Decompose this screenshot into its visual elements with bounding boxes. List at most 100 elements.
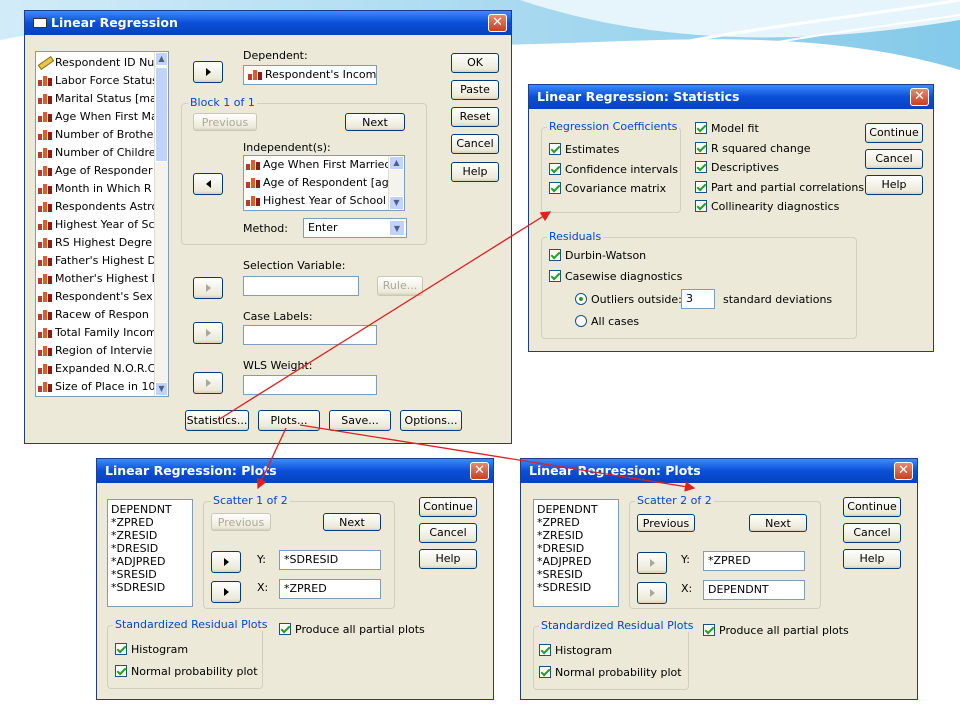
variable-item[interactable]: Respondent's Sex <box>36 288 168 306</box>
variable-item[interactable]: Number of Children <box>36 144 168 162</box>
confidence-intervals-checkbox[interactable]: Confidence intervals <box>549 163 678 176</box>
move-to-wls-arrow[interactable] <box>193 372 223 394</box>
plots1-help-button[interactable]: Help <box>419 549 477 569</box>
rule-button[interactable]: Rule... <box>377 276 423 296</box>
all-cases-radio[interactable]: All cases <box>575 315 639 328</box>
variable-item[interactable]: RS Highest Degre <box>36 234 168 252</box>
plots-button[interactable]: Plots... <box>258 410 320 431</box>
move-to-dependent-arrow[interactable] <box>193 61 223 83</box>
variable-item[interactable]: Father's Highest D <box>36 252 168 270</box>
plots1-y-arrow[interactable] <box>211 551 241 573</box>
plots2-list-item[interactable]: *SDRESID <box>534 581 618 594</box>
plots1-histogram-checkbox[interactable]: Histogram <box>115 643 188 656</box>
estimates-checkbox[interactable]: Estimates <box>549 143 619 156</box>
paste-button[interactable]: Paste <box>451 80 499 100</box>
plots1-y-field[interactable]: *SDRESID <box>279 550 381 570</box>
independent-item[interactable]: Age of Respondent [age <box>244 174 404 192</box>
move-to-case-labels-arrow[interactable] <box>193 322 223 344</box>
variable-item[interactable]: Mother's Highest D <box>36 270 168 288</box>
move-to-independent-arrow[interactable] <box>193 173 223 195</box>
plots2-y-field[interactable]: *ZPRED <box>703 551 805 571</box>
variable-item[interactable]: Age When First Ma <box>36 108 168 126</box>
previous-button[interactable]: Previous <box>193 113 257 131</box>
next-button[interactable]: Next <box>345 113 405 131</box>
variable-item[interactable]: Age of Responder <box>36 162 168 180</box>
plots1-variable-list[interactable]: DEPENDNT *ZPRED *ZRESID *DRESID *ADJPRED *SRE… <box>107 499 193 607</box>
casewise-diagnostics-checkbox[interactable]: Casewise diagnostics <box>549 270 682 283</box>
variable-item[interactable]: Number of Brothers <box>36 126 168 144</box>
plots1-list-item[interactable]: *DRESID <box>108 542 192 555</box>
variable-item[interactable]: Highest Year of Sc <box>36 216 168 234</box>
plots2-close-button[interactable]: ✕ <box>894 462 913 480</box>
plots1-x-arrow[interactable] <box>211 581 241 603</box>
independent-item[interactable]: Highest Year of School C <box>244 192 404 210</box>
r-squared-change-checkbox[interactable]: R squared change <box>695 141 811 155</box>
plots2-list-item[interactable]: *DRESID <box>534 542 618 555</box>
help-button[interactable]: Help <box>451 162 499 182</box>
variable-item[interactable]: Respondents Astro <box>36 198 168 216</box>
plots1-list-item[interactable]: *SRESID <box>108 568 192 581</box>
reset-button[interactable]: Reset <box>451 107 499 127</box>
descriptives-checkbox[interactable]: Descriptives <box>695 161 779 174</box>
plots2-partial-plots-checkbox[interactable]: Produce all partial plots <box>703 624 849 637</box>
plots2-normal-plot-checkbox[interactable]: Normal probability plot <box>539 666 682 679</box>
variable-item[interactable]: Respondent ID Nu <box>36 54 168 72</box>
plots2-list-item[interactable]: *ADJPRED <box>534 555 618 568</box>
plots1-list-item[interactable]: *ZRESID <box>108 529 192 542</box>
variable-item[interactable]: Labor Force Status <box>36 72 168 90</box>
wls-weight-field[interactable] <box>243 375 377 395</box>
plots1-continue-button[interactable]: Continue <box>419 497 477 517</box>
plots2-histogram-checkbox[interactable]: Histogram <box>539 644 612 657</box>
outliers-outside-radio[interactable]: Outliers outside: <box>575 293 682 306</box>
plots2-list-item[interactable]: *SRESID <box>534 568 618 581</box>
outliers-value-field[interactable]: 3 <box>681 289 715 309</box>
plots2-list-item[interactable]: *ZRESID <box>534 529 618 542</box>
variable-item[interactable]: Marital Status [mar <box>36 90 168 108</box>
move-to-selection-arrow[interactable] <box>193 277 223 299</box>
plots1-list-item[interactable]: DEPENDNT <box>108 503 192 516</box>
case-labels-field[interactable] <box>243 325 377 345</box>
plots1-close-button[interactable]: ✕ <box>470 462 489 480</box>
plots2-x-field[interactable]: DEPENDNT <box>703 580 805 600</box>
plots1-next-button[interactable]: Next <box>323 513 381 531</box>
plots2-list-item[interactable]: DEPENDNT <box>534 503 618 516</box>
plots1-previous-button[interactable]: Previous <box>211 513 271 531</box>
independent-list[interactable]: Age When First Married Age of Respondent … <box>243 155 405 211</box>
statistics-help-button[interactable]: Help <box>865 175 923 195</box>
plots1-cancel-button[interactable]: Cancel <box>419 523 477 543</box>
save-button[interactable]: Save... <box>329 410 391 431</box>
plots1-x-field[interactable]: *ZPRED <box>279 579 381 599</box>
close-button[interactable]: ✕ <box>488 14 507 32</box>
statistics-button[interactable]: Statistics... <box>185 410 249 431</box>
independent-item[interactable]: Age When First Married <box>244 156 404 174</box>
plots2-next-button[interactable]: Next <box>749 514 807 532</box>
part-partial-correlations-checkbox[interactable]: Part and partial correlations <box>695 180 864 194</box>
variable-item[interactable]: Size of Place in 10 <box>36 378 168 396</box>
method-select[interactable]: Enter ▼ <box>303 218 407 238</box>
plots1-list-item[interactable]: *ADJPRED <box>108 555 192 568</box>
plots1-list-item[interactable]: *ZPRED <box>108 516 192 529</box>
plots2-cancel-button[interactable]: Cancel <box>843 523 901 543</box>
plots2-previous-button[interactable]: Previous <box>637 514 695 532</box>
statistics-continue-button[interactable]: Continue <box>865 123 923 143</box>
variable-item[interactable]: Region of Intervie <box>36 342 168 360</box>
ok-button[interactable]: OK <box>451 53 499 73</box>
plots2-help-button[interactable]: Help <box>843 549 901 569</box>
cancel-button[interactable]: Cancel <box>451 134 499 154</box>
plots2-variable-list[interactable]: DEPENDNT *ZPRED *ZRESID *DRESID *ADJPRED *SRE… <box>533 499 619 607</box>
variable-item[interactable]: Month in Which R <box>36 180 168 198</box>
dependent-field[interactable]: Respondent's Income <box>243 65 377 85</box>
variable-item[interactable]: Racew of Respon <box>36 306 168 324</box>
statistics-cancel-button[interactable]: Cancel <box>865 149 923 169</box>
plots2-x-arrow[interactable] <box>637 582 667 604</box>
model-fit-checkbox[interactable]: Model fit <box>695 122 759 135</box>
plots1-list-item[interactable]: *SDRESID <box>108 581 192 594</box>
variable-list[interactable]: Respondent ID Nu Labor Force Status Marita… <box>35 51 169 397</box>
variable-list-scrollbar[interactable]: ▲ ▼ <box>154 52 168 396</box>
statistics-close-button[interactable]: ✕ <box>910 88 929 106</box>
options-button[interactable]: Options... <box>400 410 462 431</box>
plots2-y-arrow[interactable] <box>637 552 667 574</box>
collinearity-diagnostics-checkbox[interactable]: Collinearity diagnostics <box>695 200 839 213</box>
variable-item[interactable]: Total Family Incom <box>36 324 168 342</box>
durbin-watson-checkbox[interactable]: Durbin-Watson <box>549 249 646 262</box>
